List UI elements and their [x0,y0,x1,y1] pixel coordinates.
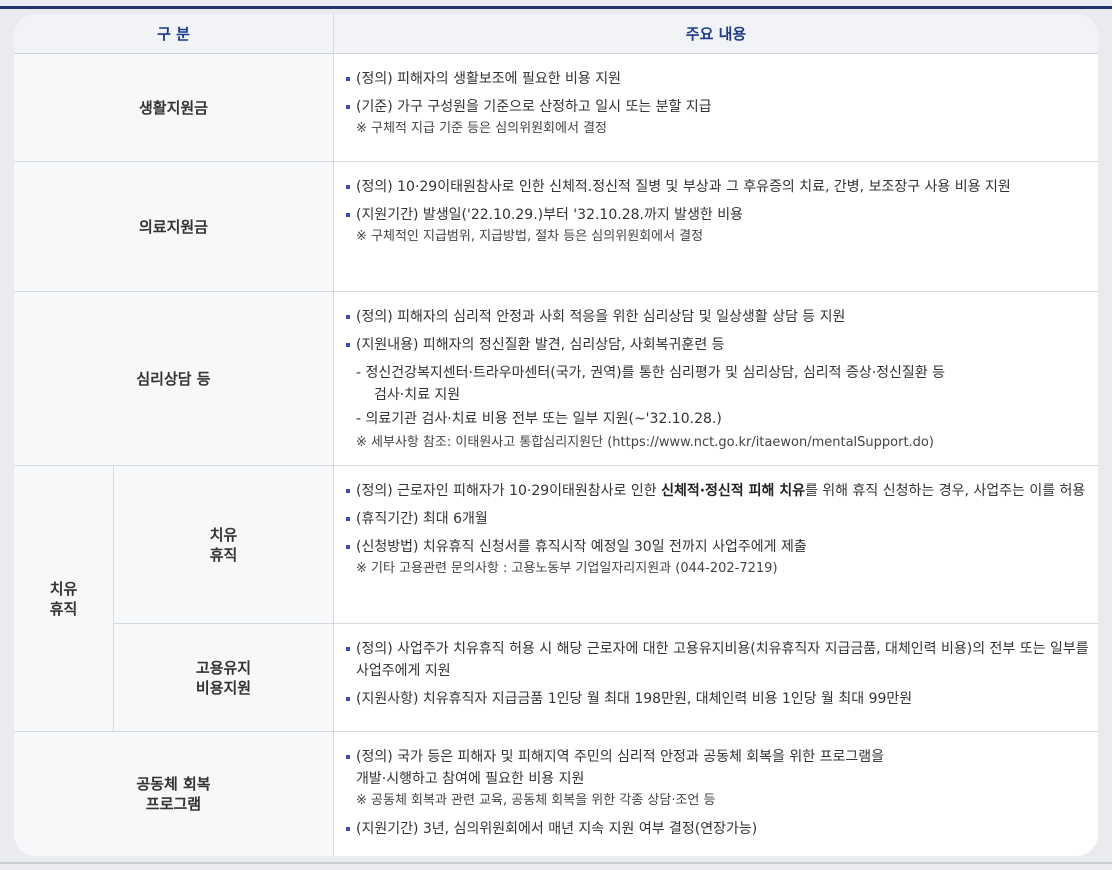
row-label-line: 치유 [209,525,238,544]
bullet-item: (기준) 가구 구성원을 기준으로 산정하고 일시 또는 분할 지급 [344,96,1090,118]
header-content: 주요 내용 [334,14,1098,54]
dash-item-continued: 검사·치료 지원 [374,387,461,403]
group-label-line: 휴직 [49,599,78,618]
group-label-healing-leave: 치유 휴직 [14,466,114,732]
row-label-text: 의료지원금 [138,217,208,236]
bullet-item: (정의) 10·29이태원참사로 인한 신체적.정신적 질병 및 부상과 그 후… [344,176,1090,198]
row-label-line: 휴직 [209,545,238,564]
top-accent-line [0,6,1112,9]
bullet-item: (정의) 근로자인 피해자가 10·29이태원참사로 인한 신체적·정신적 피해… [344,480,1090,502]
support-table-card: 구 분 주요 내용 생활지원금 (정의) 피해자의 생활보조에 필요한 비용 지… [14,14,1098,856]
row-label-line: 비용지원 [195,678,252,697]
bullet-item: (지원내용) 피해자의 정신질환 발견, 심리상담, 사회복귀훈련 등 [344,334,1090,356]
row-content-employment-retention: (정의) 사업주가 치유휴직 허용 시 해당 근로자에 대한 고용유지비용(치유… [334,624,1098,732]
row-label-text: 생활지원금 [138,98,208,117]
row-label-counseling: 심리상담 등 [14,292,334,466]
bullet-item: (정의) 피해자의 생활보조에 필요한 비용 지원 [344,68,1090,90]
bullet-item-continued: 개발·시행하고 참여에 필요한 비용 지원 [356,771,585,787]
header-content-text: 주요 내용 [685,25,747,43]
row-label-community-recovery: 공동체 회복 프로그램 [14,732,334,856]
row-content-community-recovery: (정의) 국가 등은 피해자 및 피해지역 주민의 심리적 안정과 공동체 회복… [334,732,1098,856]
row-content-healing-leave: (정의) 근로자인 피해자가 10·29이태원참사로 인한 신체적·정신적 피해… [334,466,1098,624]
dash-item: - 정신건강복지센터·트라우마센터(국가, 권역)를 통한 심리평가 및 심리상… [356,365,946,381]
bullet-item: (휴직기간) 최대 6개월 [344,508,1090,530]
row-content-counseling: (정의) 피해자의 심리적 안정과 사회 적응을 위한 심리상담 및 일상생활 … [334,292,1098,466]
note-item: ※ 구체적인 지급범위, 지급방법, 절차 등은 심의위원회에서 결정 [356,229,704,244]
row-label-line: 고용유지 [195,658,252,677]
bullet-item: (신청방법) 치유휴직 신청서를 휴직시작 예정일 30일 전까지 사업주에게 … [344,536,1090,558]
note-item: ※ 구체적 지급 기준 등은 심의위원회에서 결정 [356,121,607,136]
bullet-item: (지원기간) 3년, 심의위원회에서 매년 지속 지원 여부 결정(연장가능) [344,818,1090,840]
bullet-item: (정의) 피해자의 심리적 안정과 사회 적응을 위한 심리상담 및 일상생활 … [344,306,1090,328]
bullet-item: (지원기간) 발생일('22.10.29.)부터 '32.10.28.까지 발생… [344,204,1090,226]
header-category-text: 구 분 [157,25,190,43]
row-label-text: 심리상담 등 [136,369,211,388]
bullet-item: (정의) 사업주가 치유휴직 허용 시 해당 근로자에 대한 고용유지비용(치유… [344,638,1090,682]
row-content-medical-support: (정의) 10·29이태원참사로 인한 신체적.정신적 질병 및 부상과 그 후… [334,162,1098,292]
row-label-living-support: 생활지원금 [14,54,334,162]
group-label-line: 치유 [49,579,78,598]
row-label-line: 프로그램 [145,795,202,813]
note-item: ※ 공동체 회복과 관련 교육, 공동체 회복을 위한 각종 상담·조언 등 [356,793,716,808]
dash-item: - 의료기관 검사·치료 비용 전부 또는 일부 지원(~'32.10.28.) [356,411,722,427]
row-label-employment-retention: 고용유지 비용지원 [114,624,334,732]
bullet-text: (정의) 근로자인 피해자가 10·29이태원참사로 인한 [356,483,662,499]
row-label-medical-support: 의료지원금 [14,162,334,292]
bullet-text: 를 위해 휴직 신청하는 경우, 사업주는 이를 허용 [804,483,1086,499]
bullet-item: (정의) 국가 등은 피해자 및 피해지역 주민의 심리적 안정과 공동체 회복… [344,746,1090,768]
bullet-emphasis: 신체적·정신적 피해 치유 [661,483,805,499]
row-content-living-support: (정의) 피해자의 생활보조에 필요한 비용 지원 (기준) 가구 구성원을 기… [334,54,1098,162]
note-item: ※ 기타 고용관련 문의사항 : 고용노동부 기업일자리지원과 (044-202… [356,561,778,576]
row-label-healing-leave: 치유 휴직 [114,466,334,624]
support-table: 구 분 주요 내용 생활지원금 (정의) 피해자의 생활보조에 필요한 비용 지… [14,14,1098,856]
bottom-divider [0,862,1112,864]
bullet-item: (지원사항) 치유휴직자 지급금품 1인당 월 최대 198만원, 대체인력 비… [344,688,1090,710]
note-item: ※ 세부사항 참조: 이태원사고 통합심리지원단 (https://www.nc… [356,435,934,450]
header-category: 구 분 [14,14,334,54]
row-label-line: 공동체 회복 [136,775,211,793]
